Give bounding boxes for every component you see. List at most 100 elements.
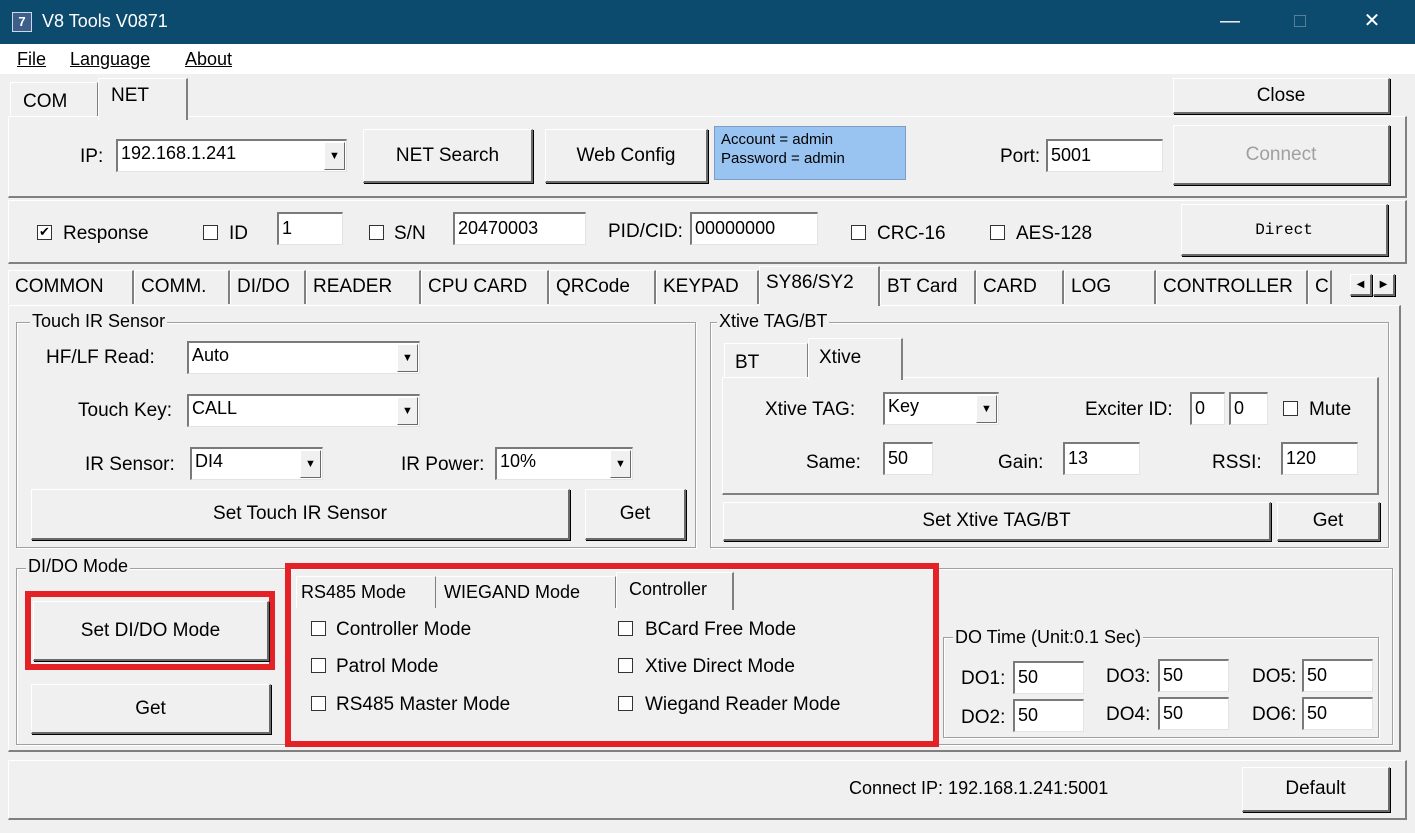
ir-power-combobox[interactable]: 10% ▼ <box>495 447 633 480</box>
crc16-checkbox[interactable] <box>851 225 866 240</box>
do2-label: DO2: <box>961 707 1006 728</box>
hflf-value: Auto <box>192 345 230 365</box>
set-xtive-button[interactable]: Set Xtive TAG/BT <box>723 502 1271 541</box>
exciter-id-1-input[interactable]: 0 <box>1190 392 1225 425</box>
ip-label: IP: <box>80 146 104 167</box>
tab-card[interactable]: CARD <box>976 270 1064 304</box>
do3-input[interactable]: 50 <box>1158 659 1229 692</box>
wiegand-reader-label: Wiegand Reader Mode <box>645 694 841 715</box>
close-window-button[interactable]: ✕ <box>1344 0 1400 44</box>
ip-value: 192.168.1.241 <box>121 143 237 163</box>
tab-bt[interactable]: BT <box>724 343 808 377</box>
chevron-down-icon[interactable]: ▼ <box>324 142 345 170</box>
gain-input[interactable]: 13 <box>1063 442 1140 475</box>
web-config-button[interactable]: Web Config <box>545 129 708 183</box>
sn-checkbox[interactable] <box>369 225 384 240</box>
touch-key-combobox[interactable]: CALL ▼ <box>187 394 420 427</box>
connect-button[interactable]: Connect <box>1173 125 1390 185</box>
menu-language-label: Language <box>70 49 151 69</box>
bcard-free-label: BCard Free Mode <box>645 619 797 640</box>
ip-combobox[interactable]: 192.168.1.241 ▼ <box>116 139 347 172</box>
gain-label: Gain: <box>998 452 1044 473</box>
id-input[interactable]: 1 <box>277 212 343 245</box>
ir-power-label: IR Power: <box>401 454 485 475</box>
menu-language[interactable]: Language <box>70 49 150 70</box>
xtive-get-button[interactable]: Get <box>1277 502 1380 541</box>
do6-input[interactable]: 50 <box>1302 697 1373 730</box>
tab-dido[interactable]: DI/DO <box>230 270 306 304</box>
chevron-down-icon[interactable]: ▼ <box>610 450 631 478</box>
chevron-down-icon[interactable]: ▼ <box>300 450 321 478</box>
xtive-tag-combobox[interactable]: Key ▼ <box>883 392 999 425</box>
bcard-free-checkbox[interactable] <box>618 621 633 636</box>
chevron-down-icon[interactable]: ▼ <box>976 395 997 423</box>
tab-cpu-card[interactable]: CPU CARD <box>421 270 549 304</box>
rs485-master-label: RS485 Master Mode <box>336 694 511 715</box>
hflf-combobox[interactable]: Auto ▼ <box>187 341 420 374</box>
dido-get-button[interactable]: Get <box>31 684 271 734</box>
maximize-button[interactable]: □ <box>1272 0 1328 44</box>
net-search-button[interactable]: NET Search <box>363 129 533 183</box>
set-touch-ir-button[interactable]: Set Touch IR Sensor <box>31 489 570 540</box>
touch-ir-legend: Touch IR Sensor <box>30 311 168 332</box>
default-button[interactable]: Default <box>1242 767 1390 812</box>
rssi-input[interactable]: 120 <box>1281 442 1358 475</box>
mute-checkbox[interactable] <box>1283 401 1298 416</box>
password-line: Password = admin <box>721 150 845 167</box>
id-checkbox[interactable] <box>203 225 218 240</box>
tab-net[interactable]: NET <box>98 78 188 120</box>
tab-xtive-label: Xtive <box>819 347 862 368</box>
menu-about[interactable]: About <box>185 49 232 70</box>
port-input[interactable]: 5001 <box>1046 139 1163 172</box>
tab-comm[interactable]: COMM. <box>134 270 230 304</box>
rssi-label: RSSI: <box>1212 452 1262 473</box>
tab-controller-label: Controller <box>629 579 708 599</box>
tab-log[interactable]: LOG <box>1064 270 1156 304</box>
tab-rs485-mode[interactable]: RS485 Mode <box>296 576 436 608</box>
sn-input[interactable]: 20470003 <box>453 212 586 245</box>
patrol-mode-checkbox[interactable] <box>311 658 326 673</box>
xtive-direct-label: Xtive Direct Mode <box>645 656 795 677</box>
touch-ir-get-button[interactable]: Get <box>585 489 686 540</box>
same-input[interactable]: 50 <box>883 442 933 475</box>
do5-input[interactable]: 50 <box>1302 659 1373 692</box>
do2-input[interactable]: 50 <box>1013 699 1084 732</box>
tab-com[interactable]: COM <box>10 82 98 116</box>
aes128-checkbox[interactable] <box>990 225 1005 240</box>
credentials-box: Account = admin Password = admin <box>714 126 906 180</box>
tab-xtive[interactable]: Xtive <box>808 338 903 380</box>
response-checkbox[interactable]: ✔ <box>37 225 52 240</box>
controller-mode-checkbox[interactable] <box>311 621 326 636</box>
wiegand-reader-checkbox[interactable] <box>618 696 633 711</box>
tab-reader[interactable]: READER <box>306 270 421 304</box>
tab-scroll-right-icon[interactable]: ▶ <box>1373 274 1395 296</box>
exciter-id-2-input[interactable]: 0 <box>1229 392 1268 425</box>
set-dido-mode-button[interactable]: Set DI/DO Mode <box>33 601 269 661</box>
direct-button[interactable]: Direct <box>1181 204 1388 256</box>
tab-keypad[interactable]: KEYPAD <box>656 270 759 304</box>
minimize-button[interactable]: — <box>1202 0 1258 44</box>
menu-file[interactable]: File <box>17 49 46 70</box>
xtive-direct-checkbox[interactable] <box>618 658 633 673</box>
chevron-down-icon[interactable]: ▼ <box>397 397 418 425</box>
tab-controller[interactable]: CONTROLLER <box>1156 270 1308 304</box>
tab-overflow[interactable]: C <box>1308 270 1332 304</box>
tab-common[interactable]: COMMON <box>8 270 134 304</box>
tab-wiegand-mode[interactable]: WIEGAND Mode <box>436 576 616 608</box>
tab-qrcode[interactable]: QRCode <box>549 270 656 304</box>
do1-input[interactable]: 50 <box>1013 661 1084 694</box>
tab-sy86-sy2[interactable]: SY86/SY2 <box>759 266 880 306</box>
tab-scroll-left-icon[interactable]: ◀ <box>1350 274 1372 296</box>
exciter-id-label: Exciter ID: <box>1085 399 1173 420</box>
xtive-tag-label: Xtive TAG: <box>765 399 856 420</box>
do1-label: DO1: <box>961 668 1006 689</box>
xtive-tab-panel <box>722 377 1379 495</box>
ir-sensor-combobox[interactable]: DI4 ▼ <box>190 447 323 480</box>
close-button[interactable]: Close <box>1173 78 1390 114</box>
chevron-down-icon[interactable]: ▼ <box>397 344 418 372</box>
rs485-master-checkbox[interactable] <box>311 696 326 711</box>
pidcid-input[interactable]: 00000000 <box>690 212 818 245</box>
tab-bt-card[interactable]: BT Card <box>880 270 976 304</box>
tab-controller-mode[interactable]: Controller <box>616 572 734 610</box>
do4-input[interactable]: 50 <box>1158 697 1229 730</box>
